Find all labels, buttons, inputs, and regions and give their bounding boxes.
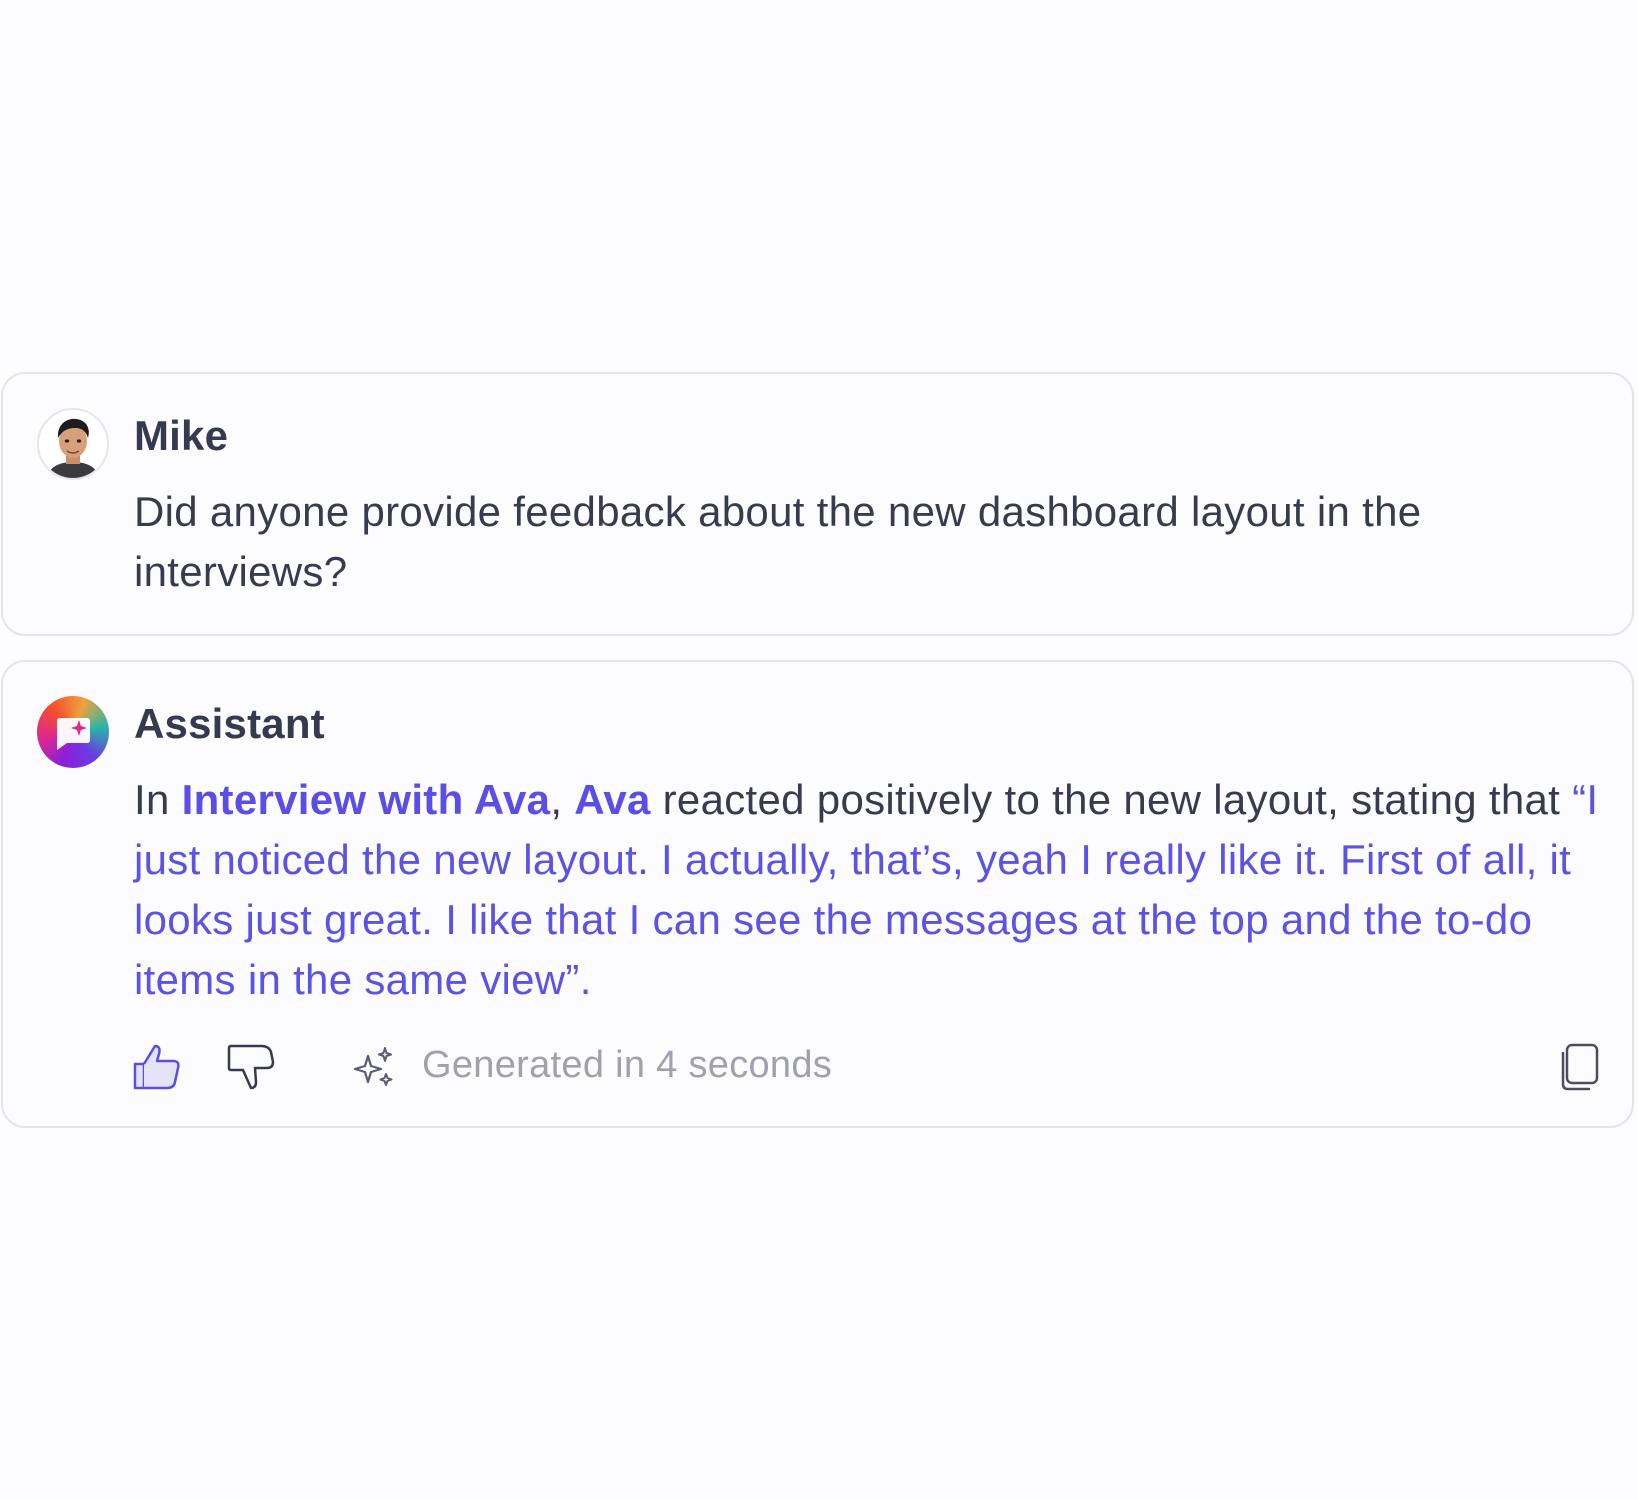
answer-prefix: In [134,776,182,823]
user-message-card: Mike Did anyone provide feedback about t… [1,372,1634,636]
thumbs-up-button[interactable] [131,1040,185,1094]
assistant-message-text: In Interview with Ava, Ava reacted posit… [134,770,1604,1010]
thumbs-up-icon [133,1044,180,1090]
sparkle-icon [353,1047,393,1086]
assistant-chat-sparkle-icon [57,718,90,750]
generated-sparkle [350,1044,398,1092]
generation-time: Generated in 4 seconds [422,1044,833,1086]
copy-icon [1561,1043,1599,1091]
assistant-avatar [37,696,109,768]
thumbs-down-icon [227,1044,275,1090]
user-name: Mike [134,412,229,459]
user-avatar [37,408,109,480]
assistant-name: Assistant [134,700,325,747]
assistant-message-card: Assistant In Interview with Ava, Ava rea… [1,660,1634,1128]
thumbs-down-button[interactable] [225,1040,279,1094]
user-message-text: Did anyone provide feedback about the ne… [134,488,1422,595]
copy-button[interactable] [1556,1042,1602,1092]
interview-source-link[interactable]: Interview with Ava [182,776,551,823]
user-avatar-photo [39,410,107,478]
answer-middle: reacted positively to the new layout, st… [650,776,1573,823]
answer-separator: , [550,776,575,823]
person-link[interactable]: Ava [574,776,650,823]
